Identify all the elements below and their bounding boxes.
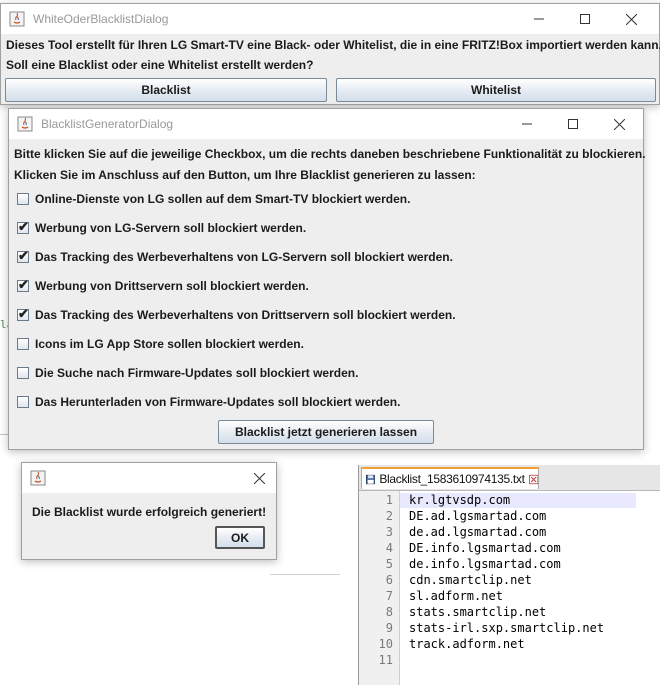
line-number: 7 xyxy=(385,589,393,603)
check-mark: ✔ xyxy=(18,248,29,263)
tab-label: Blacklist_1583610974135.txt xyxy=(379,472,525,486)
close-tab-icon[interactable] xyxy=(528,474,538,485)
code-line[interactable]: DE.ad.lgsmartad.com xyxy=(409,509,546,523)
option-online-services[interactable]: Online-Dienste von LG sollen auf dem Sma… xyxy=(17,190,410,208)
save-disk-icon xyxy=(366,474,376,484)
ok-button[interactable]: OK xyxy=(215,526,265,549)
checkbox[interactable] xyxy=(17,367,29,379)
blacklist-button[interactable]: Blacklist xyxy=(5,78,327,102)
success-message-dialog: Die Blacklist wurde erfolgreich generier… xyxy=(21,462,277,560)
code-line[interactable]: stats-irl.sxp.smartclip.net xyxy=(409,621,604,635)
code-line[interactable]: track.adform.net xyxy=(409,637,525,651)
tab-bar: Blacklist_1583610974135.txt xyxy=(359,465,660,491)
minimize-icon xyxy=(534,18,544,20)
title-bar: WhiteOderBlacklistDialog xyxy=(1,4,659,34)
java-icon xyxy=(9,11,25,27)
checkbox[interactable]: ✔ xyxy=(17,277,29,292)
option-label: Icons im LG App Store sollen blockiert w… xyxy=(35,337,304,351)
blacklist-generator-dialog: BlacklistGeneratorDialog Bitte klicken S… xyxy=(8,108,646,450)
background-line xyxy=(0,434,8,435)
close-icon xyxy=(253,472,265,484)
option-app-store-icons[interactable]: Icons im LG App Store sollen blockiert w… xyxy=(17,335,304,353)
window-title: WhiteOderBlacklistDialog xyxy=(33,12,169,26)
maximize-icon xyxy=(568,119,578,129)
checkbox[interactable]: ✔ xyxy=(17,248,29,263)
maximize-button[interactable] xyxy=(550,109,596,139)
code-line[interactable]: stats.smartclip.net xyxy=(409,605,546,619)
code-line[interactable]: kr.lgtvsdp.com xyxy=(409,493,510,507)
option-label: Werbung von Drittservern soll blockiert … xyxy=(35,279,309,293)
minimize-button[interactable] xyxy=(516,4,562,34)
line-number: 8 xyxy=(385,605,393,619)
code-line[interactable]: sl.adform.net xyxy=(409,589,503,603)
line-number: 10 xyxy=(378,637,393,651)
tab-blacklist-file[interactable]: Blacklist_1583610974135.txt xyxy=(361,467,539,489)
option-lg-tracking[interactable]: ✔ Das Tracking des Werbeverhaltens von L… xyxy=(17,248,453,266)
checkbox[interactable]: ✔ xyxy=(17,306,29,321)
title-bar xyxy=(22,463,276,493)
close-icon xyxy=(613,118,625,130)
code-line[interactable]: cdn.smartclip.net xyxy=(409,573,532,587)
check-mark: ✔ xyxy=(18,306,29,321)
line-number: 1 xyxy=(385,493,393,507)
question-text: Soll eine Blacklist oder eine Whitelist … xyxy=(6,58,314,72)
checkbox[interactable] xyxy=(17,338,29,350)
option-label: Das Herunterladen von Firmware-Updates s… xyxy=(35,395,401,409)
instruction-text-2: Klicken Sie im Anschluss auf den Button,… xyxy=(14,168,476,182)
line-number: 4 xyxy=(385,541,393,555)
line-number: 6 xyxy=(385,573,393,587)
white-or-blacklist-dialog: WhiteOderBlacklistDialog Dieses Tool ers… xyxy=(0,3,660,105)
code-line[interactable]: DE.info.lgsmartad.com xyxy=(409,541,561,555)
minimize-icon xyxy=(522,123,532,125)
maximize-icon xyxy=(580,14,590,24)
option-firmware-download[interactable]: Das Herunterladen von Firmware-Updates s… xyxy=(17,393,400,411)
close-icon xyxy=(625,13,637,25)
close-button[interactable] xyxy=(608,4,654,34)
line-number: 5 xyxy=(385,557,393,571)
code-line[interactable]: de.ad.lgsmartad.com xyxy=(409,525,546,539)
option-label: Online-Dienste von LG sollen auf dem Sma… xyxy=(35,192,411,206)
option-third-party-tracking[interactable]: ✔ Das Tracking des Werbeverhaltens von D… xyxy=(17,306,456,324)
success-message: Die Blacklist wurde erfolgreich generier… xyxy=(32,505,267,519)
window-title: BlacklistGeneratorDialog xyxy=(41,117,174,131)
check-mark: ✔ xyxy=(18,277,29,292)
checkbox[interactable]: ✔ xyxy=(17,219,29,234)
checkbox[interactable] xyxy=(17,193,29,205)
line-number: 9 xyxy=(385,621,393,635)
line-number: 11 xyxy=(378,653,393,667)
generate-blacklist-button[interactable]: Blacklist jetzt generieren lassen xyxy=(218,420,434,444)
text-editor: Blacklist_1583610974135.txt 1 kr.lgtvsdp.… xyxy=(358,465,660,685)
instruction-text: Bitte klicken Sie auf die jeweilige Chec… xyxy=(14,147,646,161)
whitelist-button[interactable]: Whitelist xyxy=(336,78,656,102)
check-mark: ✔ xyxy=(18,219,29,234)
maximize-button[interactable] xyxy=(562,4,608,34)
option-label: Das Tracking des Werbeverhaltens von Dri… xyxy=(35,308,456,322)
checkbox[interactable] xyxy=(17,396,29,408)
intro-text: Dieses Tool erstellt für Ihren LG Smart-… xyxy=(6,38,660,52)
option-third-party-ads[interactable]: ✔ Werbung von Drittservern soll blockier… xyxy=(17,277,309,295)
background-line xyxy=(270,574,340,575)
java-icon xyxy=(30,470,46,486)
close-button[interactable] xyxy=(596,109,642,139)
code-line[interactable]: de.info.lgsmartad.com xyxy=(409,557,561,571)
option-label: Die Suche nach Firmware-Updates soll blo… xyxy=(35,366,359,380)
line-number: 2 xyxy=(385,509,393,523)
close-button[interactable] xyxy=(239,463,279,493)
option-label: Werbung von LG-Servern soll blockiert we… xyxy=(35,221,307,235)
minimize-button[interactable] xyxy=(504,109,550,139)
title-bar: BlacklistGeneratorDialog xyxy=(9,109,643,139)
java-icon xyxy=(17,116,33,132)
option-firmware-search[interactable]: Die Suche nach Firmware-Updates soll blo… xyxy=(17,364,358,382)
option-lg-ads[interactable]: ✔ Werbung von LG-Servern soll blockiert … xyxy=(17,219,306,237)
option-label: Das Tracking des Werbeverhaltens von LG-… xyxy=(35,250,453,264)
line-number: 3 xyxy=(385,525,393,539)
